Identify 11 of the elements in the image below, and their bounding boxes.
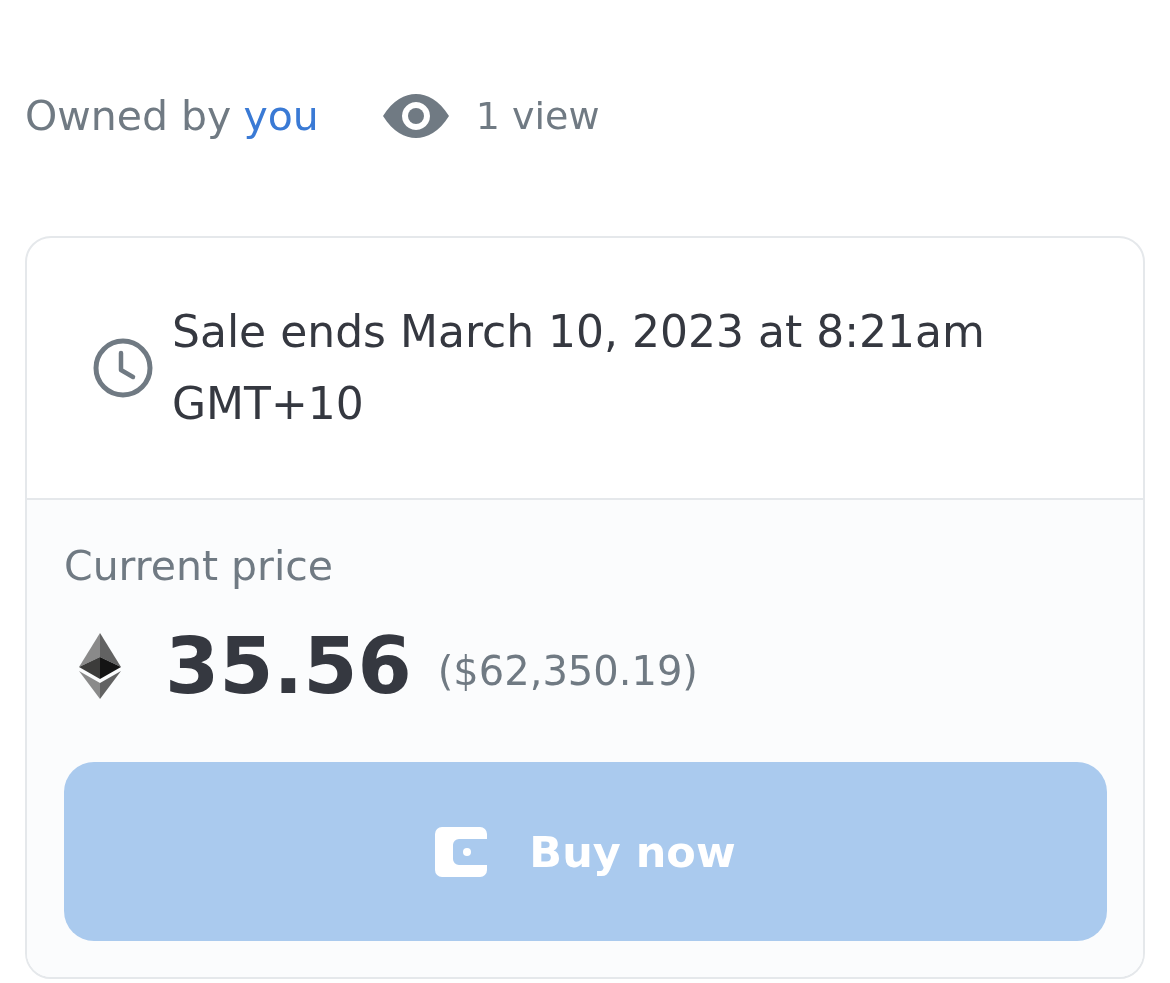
price-value: 35.56: [165, 621, 412, 711]
owner-link[interactable]: you: [243, 92, 319, 140]
sale-end-text: Sale ends March 10, 2023 at 8:21am GMT+10: [172, 305, 986, 431]
wallet-icon: [435, 826, 488, 877]
eye-icon: [382, 94, 449, 138]
view-count: 1 view: [475, 94, 600, 138]
price-fiat: ($62,350.19): [437, 648, 698, 694]
clock-icon: [93, 338, 153, 398]
price-label: Current price: [64, 541, 335, 592]
ethereum-icon: [79, 633, 121, 699]
owner-label: Owned by: [25, 92, 232, 140]
